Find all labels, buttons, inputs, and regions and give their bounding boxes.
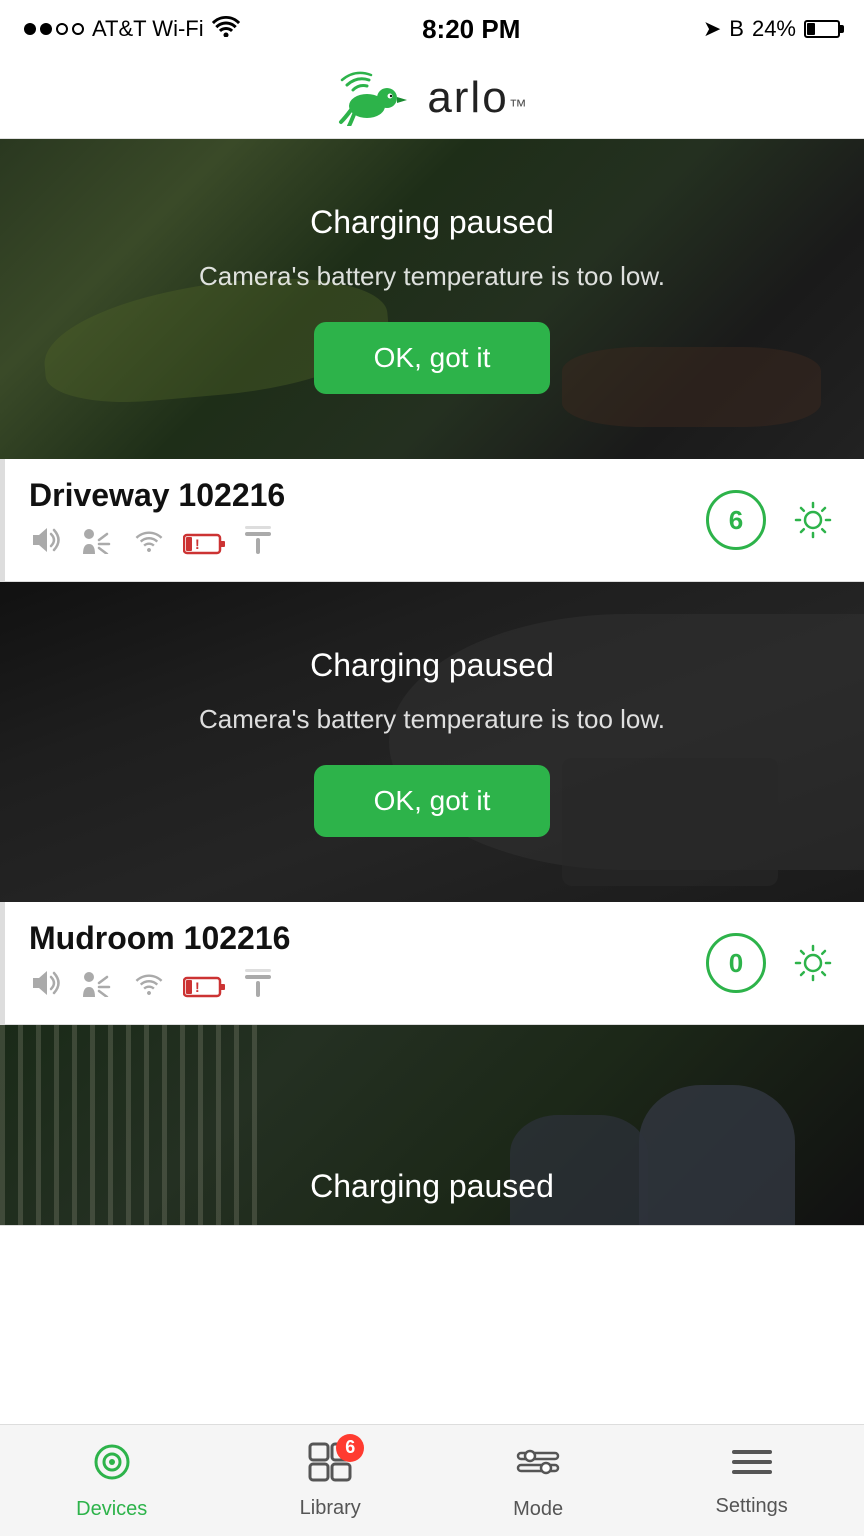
partial-charging-title: Charging paused: [310, 1168, 554, 1204]
gear-icon-driveway[interactable]: [786, 493, 840, 547]
signal-dot-4: [72, 23, 84, 35]
devices-nav-label: Devices: [76, 1498, 147, 1521]
camera-card-mudroom: Charging paused Camera's battery tempera…: [0, 582, 864, 1025]
carrier-text: AT&T Wi-Fi: [92, 16, 204, 42]
camera-icons-mudroom: !: [29, 967, 706, 1006]
battery-low-icon-driveway: !: [183, 532, 227, 556]
camera-card-driveway: Charging paused Camera's battery tempera…: [0, 139, 864, 582]
nav-item-mode[interactable]: Mode: [493, 1441, 583, 1521]
camera-info-driveway: Driveway 102216: [0, 459, 864, 581]
main-content: Charging paused Camera's battery tempera…: [0, 139, 864, 1338]
nav-item-devices[interactable]: Devices: [56, 1441, 167, 1521]
library-nav-label: Library: [300, 1497, 361, 1520]
motion-icon-mudroom: [79, 969, 115, 1004]
nav-item-settings[interactable]: Settings: [696, 1444, 808, 1518]
charging-title-2: Charging paused: [310, 647, 554, 684]
devices-nav-icon: [91, 1441, 133, 1492]
bottom-nav: Devices 6 Library Mo: [0, 1424, 864, 1536]
wifi-status-icon: [212, 15, 240, 43]
motion-icon-driveway: [79, 526, 115, 561]
settings-nav-icon: [730, 1444, 774, 1489]
camera-info-right-driveway: 6: [706, 490, 840, 550]
arlo-name-text: arlo: [427, 73, 508, 123]
status-right: ➤ B 24%: [703, 16, 840, 42]
library-badge-wrapper: 6: [308, 1442, 352, 1491]
svg-text:!: !: [195, 536, 200, 552]
camera-info-right-mudroom: 0: [706, 933, 840, 993]
app-header: arlo ™: [0, 54, 864, 139]
antenna-icon-mudroom: [245, 967, 271, 1006]
wifi-icon-mudroom: [133, 971, 165, 1003]
settings-nav-label: Settings: [716, 1495, 788, 1518]
charging-overlay-1: Charging paused Camera's battery tempera…: [0, 139, 864, 459]
bluetooth-icon: B: [729, 16, 744, 42]
charging-title-1: Charging paused: [310, 204, 554, 241]
charging-subtitle-1: Camera's battery temperature is too low.: [199, 261, 665, 292]
camera-card-partial: Charging paused: [0, 1025, 864, 1226]
camera-feed-mudroom[interactable]: Charging paused Camera's battery tempera…: [0, 582, 864, 902]
mode-nav-icon: [516, 1441, 560, 1492]
clip-count-mudroom[interactable]: 0: [706, 933, 766, 993]
charging-overlay-2: Charging paused Camera's battery tempera…: [0, 582, 864, 902]
battery-low-icon-mudroom: !: [183, 975, 227, 999]
battery-pct-text: 24%: [752, 16, 796, 42]
status-bar: AT&T Wi-Fi 8:20 PM ➤ B 24%: [0, 0, 864, 54]
antenna-icon-driveway: [245, 524, 271, 563]
sound-icon-mudroom: [29, 969, 61, 1004]
camera-feed-driveway[interactable]: Charging paused Camera's battery tempera…: [0, 139, 864, 459]
partial-charging-label: Charging paused: [0, 1168, 864, 1205]
arlo-wordmark: arlo ™: [427, 73, 526, 123]
camera-info-left-driveway: Driveway 102216: [29, 477, 706, 563]
camera-feed-partial[interactable]: Charging paused: [0, 1025, 864, 1225]
signal-dot-2: [40, 23, 52, 35]
signal-dots: [24, 23, 84, 35]
camera-name-driveway: Driveway 102216: [29, 477, 706, 514]
signal-dot-1: [24, 23, 36, 35]
camera-name-mudroom: Mudroom 102216: [29, 920, 706, 957]
location-icon: ➤: [703, 16, 721, 42]
svg-text:!: !: [195, 979, 200, 995]
camera-info-mudroom: Mudroom 102216: [0, 902, 864, 1024]
status-time: 8:20 PM: [422, 14, 520, 45]
arlo-logo: arlo ™: [337, 70, 526, 126]
signal-dot-3: [56, 23, 68, 35]
sound-icon-driveway: [29, 526, 61, 561]
gear-icon-mudroom[interactable]: [786, 936, 840, 990]
battery-icon: [804, 20, 840, 38]
mode-nav-label: Mode: [513, 1498, 563, 1521]
library-badge: 6: [336, 1434, 364, 1462]
battery-fill: [807, 23, 815, 35]
nav-item-library[interactable]: 6 Library: [280, 1442, 381, 1520]
ok-button-2[interactable]: OK, got it: [314, 765, 551, 837]
wifi-icon-driveway: [133, 528, 165, 560]
camera-icons-driveway: !: [29, 524, 706, 563]
status-left: AT&T Wi-Fi: [24, 15, 240, 43]
clip-count-driveway[interactable]: 6: [706, 490, 766, 550]
camera-info-left-mudroom: Mudroom 102216: [29, 920, 706, 1006]
arlo-bird-icon: [337, 70, 417, 126]
charging-subtitle-2: Camera's battery temperature is too low.: [199, 704, 665, 735]
ok-button-1[interactable]: OK, got it: [314, 322, 551, 394]
arlo-trademark: ™: [509, 96, 527, 117]
